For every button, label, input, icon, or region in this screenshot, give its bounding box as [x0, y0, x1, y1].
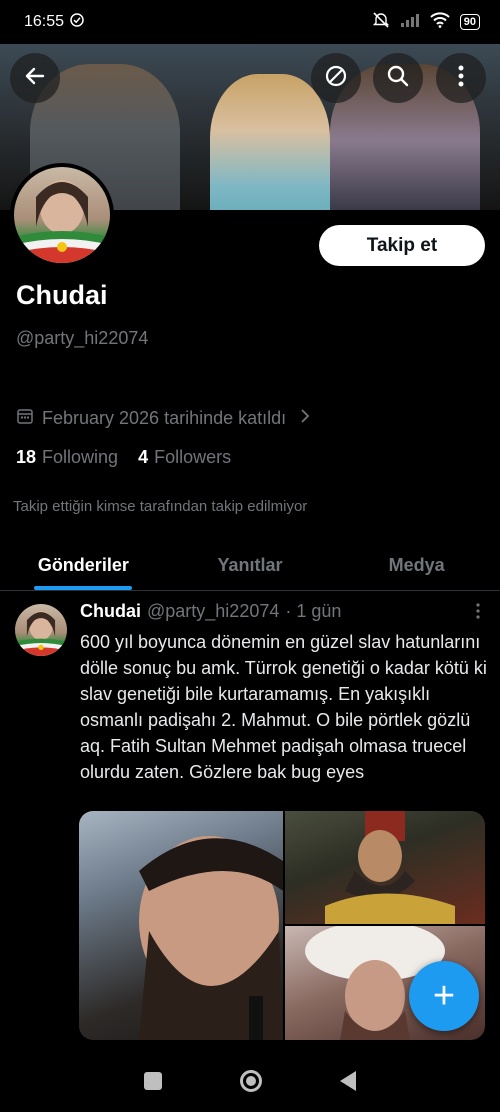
wifi-icon: [430, 11, 450, 33]
home-icon[interactable]: [240, 1070, 262, 1092]
joined-date[interactable]: February 2026 tarihinde katıldı: [16, 407, 310, 430]
more-vertical-icon: [476, 602, 480, 624]
followers-count: 4: [138, 447, 149, 467]
banner-figure-center: [210, 74, 330, 210]
search-icon: [386, 64, 410, 93]
post-image-1[interactable]: [79, 811, 283, 1040]
battery-indicator: 90: [459, 14, 480, 30]
mute-icon: [372, 11, 390, 34]
mutual-followers-text: Takip ettiğin kimse tarafından takip edi…: [13, 498, 308, 515]
post-more-button[interactable]: [476, 603, 480, 623]
follow-counts: 18 Following 4 Followers: [16, 447, 231, 468]
tab-posts[interactable]: Gönderiler: [0, 540, 167, 590]
circle-slash-icon: [323, 63, 349, 94]
recent-apps-icon[interactable]: [144, 1072, 162, 1090]
status-bar: 16:55 90: [0, 0, 500, 44]
following-count: 18: [16, 447, 37, 467]
tab-media[interactable]: Medya: [333, 540, 500, 590]
status-left: 16:55: [24, 12, 84, 32]
search-button[interactable]: [373, 53, 423, 103]
profile-tabs: Gönderiler Yanıtlar Medya: [0, 540, 500, 591]
profile-handle: @party_hi22074: [16, 328, 149, 348]
system-nav-bar: [0, 1050, 500, 1112]
post-text: 600 yıl boyunca dönemin en güzel slav ha…: [80, 632, 487, 782]
signal-icon: [400, 13, 420, 32]
joined-text: February 2026 tarihinde katıldı: [42, 408, 287, 428]
followers-label: Followers: [154, 447, 232, 467]
post-image-2[interactable]: [285, 811, 485, 924]
post-avatar[interactable]: [15, 604, 67, 656]
followers-link[interactable]: 4 Followers: [138, 447, 231, 468]
following-label: Following: [42, 447, 119, 467]
tab-replies[interactable]: Yanıtlar: [167, 540, 334, 590]
block-button[interactable]: [311, 53, 361, 103]
post-author-handle: @party_hi22074: [147, 601, 280, 621]
check-circle-icon: [70, 12, 84, 32]
following-link[interactable]: 18 Following: [16, 447, 118, 468]
post-header: Chudai @party_hi22074 · 1 gün: [80, 601, 341, 622]
status-time: 16:55: [24, 13, 65, 30]
calendar-icon: [16, 407, 34, 430]
profile-avatar[interactable]: [10, 163, 114, 267]
more-vertical-icon: [458, 65, 464, 92]
back-button[interactable]: [10, 53, 60, 103]
arrow-left-icon: [23, 64, 47, 93]
more-options-button[interactable]: [436, 53, 486, 103]
post-time: · 1 gün: [285, 601, 342, 621]
post-author-name[interactable]: Chudai: [80, 601, 141, 622]
back-triangle-icon[interactable]: [340, 1071, 356, 1091]
compose-button[interactable]: +: [409, 961, 479, 1031]
status-right: 90: [372, 11, 480, 34]
follow-button[interactable]: Takip et: [319, 225, 485, 266]
chevron-right-icon: [300, 408, 310, 429]
display-name: Chudai: [16, 280, 108, 310]
